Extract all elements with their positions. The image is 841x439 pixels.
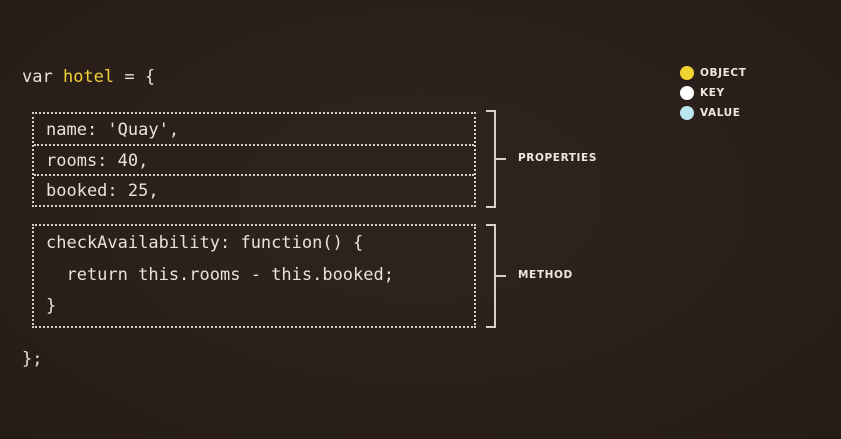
object-closing: }; (22, 349, 43, 369)
diagram-canvas: var hotel = { name: 'Quay', rooms: 40, b… (0, 0, 841, 439)
properties-callout: PROPERTIES (518, 152, 597, 164)
method-bracket (486, 224, 496, 328)
var-keyword: var (22, 67, 63, 87)
color-legend: OBJECT KEY VALUE (680, 63, 746, 123)
method-line: checkAvailability: function() { (46, 233, 364, 253)
key-dot-icon (680, 86, 694, 100)
declaration-suffix: = { (114, 67, 156, 87)
method-line: return this.rooms - this.booked; (46, 265, 394, 285)
value-dot-icon (680, 106, 694, 120)
legend-item-key: KEY (680, 83, 746, 103)
properties-bracket (486, 110, 496, 208)
legend-item-value: VALUE (680, 103, 746, 123)
properties-bracket-tick (496, 158, 506, 160)
method-line: } (46, 296, 57, 316)
legend-label: OBJECT (700, 67, 747, 79)
property-line: rooms: 40, (46, 151, 149, 171)
object-dot-icon (680, 66, 694, 80)
legend-item-object: OBJECT (680, 63, 746, 83)
object-declaration: var hotel = { (22, 66, 155, 88)
property-line: booked: 25, (46, 181, 159, 201)
properties-divider-2 (34, 174, 474, 176)
legend-label: VALUE (700, 107, 741, 119)
method-bracket-tick (496, 275, 506, 277)
property-line: name: 'Quay', (46, 120, 180, 140)
object-name: hotel (62, 67, 115, 87)
legend-label: KEY (700, 87, 725, 99)
properties-divider-1 (34, 144, 474, 146)
method-callout: METHOD (518, 269, 573, 281)
